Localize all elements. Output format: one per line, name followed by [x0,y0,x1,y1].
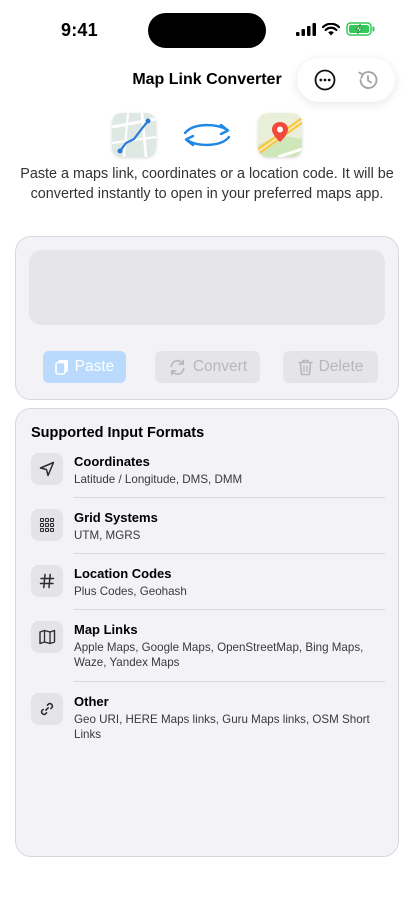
folded-map-icon [38,629,55,645]
cellular-signal-icon [296,22,316,36]
format-description: Apple Maps, Google Maps, OpenStreetMap, … [74,641,364,669]
location-arrow-icon [39,461,55,477]
history-clock-icon [357,71,377,89]
battery-charging-icon [346,22,375,36]
link-input-field[interactable] [29,250,385,325]
route-map-app-icon [112,113,156,157]
divider [74,609,385,610]
format-text: Grid Systems UTM, MGRS [74,509,385,543]
location-arrow-icon-wrap [31,453,63,485]
status-time: 9:41 [61,20,98,40]
apple-maps-app-icon [258,113,302,157]
grid-icon-wrap [31,509,63,541]
format-name: Other [74,694,109,709]
format-text: Map Links Apple Maps, Google Maps, OpenS… [74,621,385,670]
divider [74,497,385,498]
paste-button-label: Paste [74,358,115,375]
grid-icon [39,517,55,533]
format-text: Coordinates Latitude / Longitude, DMS, D… [74,453,385,487]
format-name: Map Links [74,622,138,637]
convert-button-label: Convert [192,358,248,375]
format-description: Geo URI, HERE Maps links, Guru Maps link… [74,713,370,741]
dynamic-island [148,13,266,48]
hash-icon-wrap [31,565,63,597]
format-description: Latitude / Longitude, DMS, DMM [74,473,243,486]
status-bar: 9:41 [0,0,414,60]
trash-icon [297,359,313,375]
supported-formats-card: Supported Input Formats Coordinates Lati… [15,408,399,857]
format-text: Other Geo URI, HERE Maps links, Guru Map… [74,693,385,742]
swap-arrows-icon [183,123,231,147]
header-actions [297,58,395,102]
paste-button[interactable]: Paste [43,351,126,383]
divider [74,681,385,682]
folded-map-icon-wrap [31,621,63,653]
delete-button[interactable]: Delete [283,351,378,383]
link-icon [40,702,54,716]
wifi-icon [322,22,340,35]
format-text: Location Codes Plus Codes, Geohash [74,565,385,599]
input-card: Paste Convert Delete [15,236,399,400]
status-icons [296,22,376,36]
format-description: UTM, MGRS [74,529,141,542]
ellipsis-circle-icon [314,69,335,91]
history-button[interactable] [351,63,385,97]
format-name: Grid Systems [74,510,158,525]
intro-description: Paste a maps link, coordinates or a loca… [20,166,394,202]
hero-icons [0,113,414,157]
format-description: Plus Codes, Geohash [74,585,187,598]
formats-title: Supported Input Formats [31,425,205,441]
refresh-arrows-icon [170,359,185,375]
delete-button-label: Delete [318,358,364,375]
link-icon-wrap [31,693,63,725]
clipboard-icon [54,360,68,375]
format-name: Location Codes [74,566,172,581]
divider [74,553,385,554]
convert-button[interactable]: Convert [155,351,260,383]
format-name: Coordinates [74,454,150,469]
more-options-button[interactable] [308,63,342,97]
hash-icon [39,573,55,589]
